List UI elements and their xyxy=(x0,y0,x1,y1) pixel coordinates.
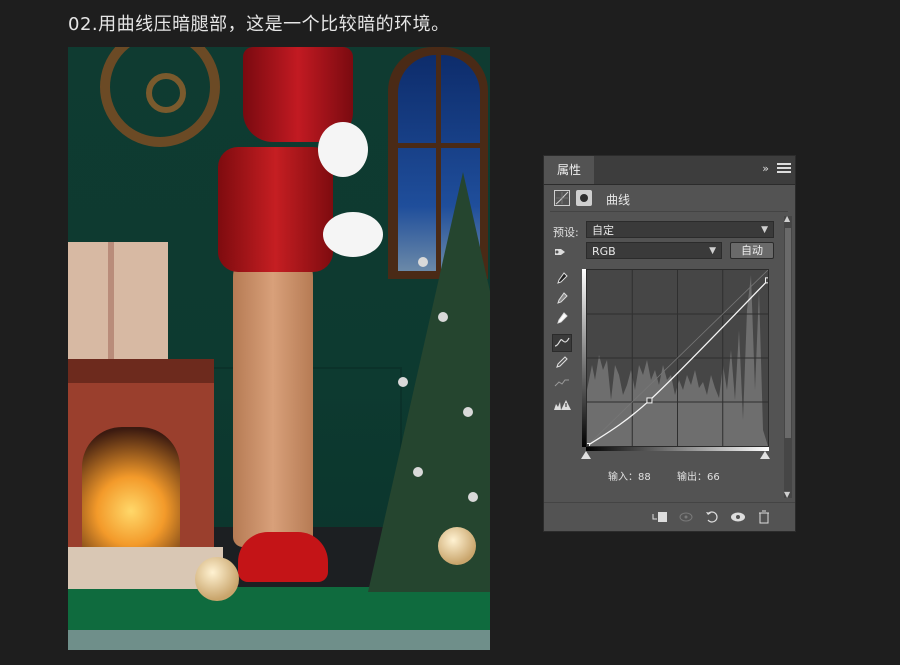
fire xyxy=(82,427,180,547)
artwork-canvas xyxy=(68,47,490,650)
collapse-icon[interactable]: » xyxy=(762,162,769,175)
layer-mask-icon[interactable] xyxy=(576,190,592,206)
chevron-down-icon: ▼ xyxy=(761,225,768,235)
scroll-thumb[interactable] xyxy=(785,228,791,438)
pencil-icon[interactable] xyxy=(552,356,572,374)
step-title: 02.用曲线压暗腿部，这是一个比较暗的环境。 xyxy=(68,14,450,35)
curves-adjustment-icon[interactable] xyxy=(554,190,570,206)
chevron-down-icon: ▼ xyxy=(709,246,716,256)
curve-points-icon[interactable] xyxy=(552,334,572,352)
panel-footer xyxy=(544,502,795,533)
red-shorts xyxy=(218,147,333,272)
scroll-up-icon[interactable]: ▲ xyxy=(784,214,790,223)
curve-control-point[interactable] xyxy=(587,443,590,447)
smooth-icon[interactable] xyxy=(552,376,572,394)
trash-icon[interactable] xyxy=(756,510,772,526)
gift-boxes xyxy=(68,242,168,360)
curve-svg[interactable] xyxy=(587,270,768,446)
eyedropper-white-icon[interactable] xyxy=(552,312,572,330)
auto-button[interactable]: 自动 xyxy=(730,242,774,259)
black-point-slider[interactable] xyxy=(581,451,591,459)
clipping-warning-icon[interactable] xyxy=(552,398,572,416)
gold-ornament xyxy=(438,527,476,565)
input-readout: 输入：88 xyxy=(608,472,651,483)
visibility-icon[interactable] xyxy=(730,510,746,526)
preset-value: 自定 xyxy=(592,224,614,237)
curve-control-point[interactable] xyxy=(646,397,653,404)
input-gradient-bar xyxy=(586,447,769,451)
output-readout: 输出：66 xyxy=(677,472,720,483)
channel-value: RGB xyxy=(592,245,616,258)
tab-properties[interactable]: 属性 xyxy=(544,156,594,184)
properties-panel: 属性 » 曲线 预设: 自定 ▼ RGB ▼ 自动 输入：88 输出：66 ▲ … xyxy=(543,155,796,532)
eyedropper-gray-icon[interactable] xyxy=(552,292,572,310)
ship-wheel xyxy=(100,47,220,147)
legs xyxy=(233,247,313,547)
gold-ornament xyxy=(195,557,239,601)
toggle-view-icon[interactable] xyxy=(678,510,694,526)
target-adjust-icon[interactable] xyxy=(553,245,569,262)
reset-icon[interactable] xyxy=(704,510,720,526)
adjustment-title: 曲线 xyxy=(606,193,631,207)
panel-header: 属性 » xyxy=(544,156,795,185)
eyedropper-black-icon[interactable] xyxy=(552,272,572,290)
curve-graph[interactable] xyxy=(586,269,769,447)
scroll-down-icon[interactable]: ▼ xyxy=(784,490,790,499)
preset-label: 预设: xyxy=(553,226,579,239)
clip-to-layer-icon[interactable] xyxy=(652,510,668,526)
adjustment-header: 曲线 xyxy=(550,187,788,212)
panel-menu-icon[interactable] xyxy=(777,163,791,175)
curve-control-point[interactable] xyxy=(765,277,769,284)
christmas-tree xyxy=(368,172,490,592)
preset-select[interactable]: 自定 ▼ xyxy=(586,221,774,238)
red-heels xyxy=(238,532,328,582)
channel-select[interactable]: RGB ▼ xyxy=(586,242,722,259)
white-point-slider[interactable] xyxy=(760,451,770,459)
